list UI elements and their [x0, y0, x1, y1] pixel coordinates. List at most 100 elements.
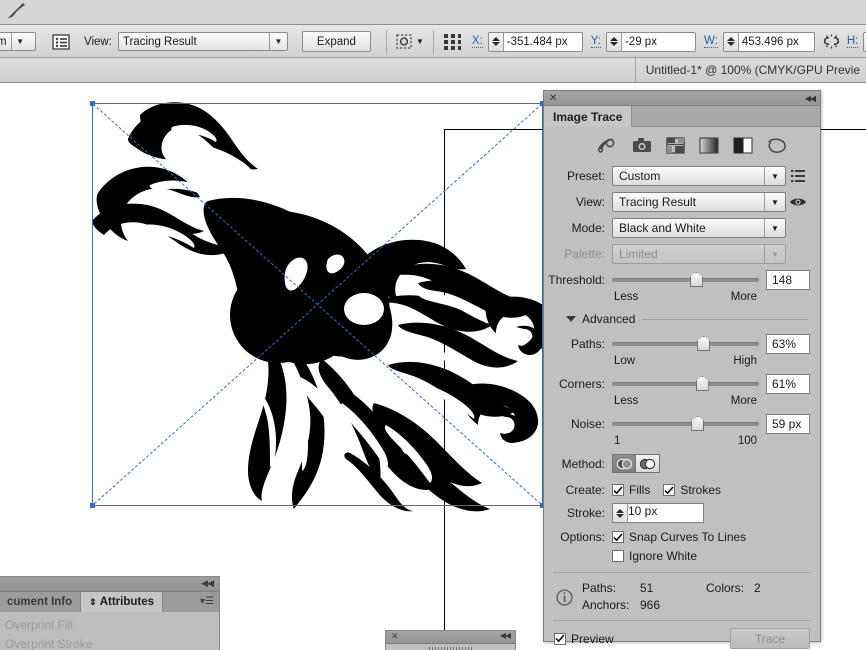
paths-count-label: Paths: [582, 581, 617, 595]
chevron-down-icon: ▼ [16, 37, 25, 46]
view-select[interactable]: Tracing Result ▼ [612, 192, 786, 212]
method-row: Method: [544, 454, 820, 473]
stroke-field[interactable]: 10 px [612, 503, 704, 523]
w-field[interactable]: 453.496 px [722, 31, 815, 52]
select-similar-icon[interactable] [396, 33, 413, 50]
corners-slider-thumb[interactable] [695, 376, 709, 391]
tab-image-trace[interactable]: Image Trace [544, 106, 633, 127]
high-color-icon[interactable] [632, 137, 652, 156]
paths-label: Paths: [570, 337, 605, 351]
low-color-icon[interactable] [666, 136, 685, 157]
overprint-stroke-label: Overprint Stroke [5, 637, 93, 650]
tab-image-trace-label: Image Trace [553, 109, 623, 124]
expand-button-label: Expand [316, 35, 356, 48]
trace-info-section: Paths: 51 Colors: 2 Anchors: 966 [544, 573, 820, 620]
eye-icon[interactable] [786, 196, 810, 208]
view-select[interactable]: Tracing Result ▼ [117, 32, 288, 51]
collapse-panel-icon[interactable]: ◀◀ [805, 94, 816, 103]
stroke-row: Stroke: 10 px [544, 503, 820, 523]
preview-checkbox[interactable] [554, 632, 566, 645]
paths-row: Paths: 63% [544, 334, 820, 354]
selection-handle-top-left[interactable] [90, 101, 95, 106]
collapsed-panel: ✕ ◀◀ [385, 630, 516, 650]
chevron-down-icon: ▼ [771, 223, 779, 233]
mode-select-value: Black and White [619, 221, 706, 235]
method-overlapping-icon[interactable] [636, 454, 660, 473]
black-and-white-icon[interactable] [733, 136, 753, 157]
corners-value-field[interactable]: 61% [766, 374, 810, 394]
paths-min-label: Low [614, 355, 636, 367]
palette-row: Palette: Limited ▼ [544, 244, 820, 264]
mode-select[interactable]: Black and White ▼ [612, 218, 786, 238]
chevron-down-icon[interactable]: ▼ [416, 37, 424, 46]
threshold-slider-thumb[interactable] [689, 272, 703, 287]
paths-slider[interactable] [612, 335, 759, 353]
advanced-section-header[interactable]: Advanced [544, 310, 820, 334]
preset-label: Preset: [566, 169, 605, 183]
collapsed-panel-titlebar[interactable]: ✕ ◀◀ [386, 631, 515, 644]
snap-curves-checkbox[interactable] [612, 531, 624, 543]
constrain-proportions-icon[interactable] [823, 33, 840, 50]
y-stepper[interactable] [606, 32, 622, 51]
noise-row: Noise: 59 px [544, 414, 820, 434]
paths-value: 63% [772, 337, 797, 351]
ignore-white-checkbox[interactable] [612, 550, 624, 562]
auto-color-icon[interactable] [596, 136, 618, 157]
panel-menu-icon[interactable]: ▾☰ [200, 596, 214, 607]
tab-attributes[interactable]: ⇕ Attributes [81, 592, 164, 612]
paths-value-field[interactable]: 63% [766, 334, 810, 354]
threshold-value-field[interactable]: 148 [766, 270, 810, 290]
image-trace-titlebar[interactable]: ✕ ◀◀ [544, 91, 820, 106]
x-stepper[interactable] [488, 32, 504, 51]
close-icon[interactable]: ✕ [549, 93, 557, 104]
selection-handle-bottom-left[interactable] [90, 503, 95, 508]
paths-max-label: High [733, 355, 757, 367]
y-field[interactable]: -29 px [605, 31, 696, 52]
tab-document-info[interactable]: cument Info [0, 592, 82, 612]
expand-button[interactable]: Expand [301, 31, 371, 52]
close-icon[interactable]: ✕ [391, 631, 399, 642]
anchors-count-value: 966 [640, 598, 661, 612]
noise-scale: 1 100 [544, 435, 820, 447]
x-field[interactable]: -351.484 px [487, 31, 583, 52]
paths-slider-thumb[interactable] [697, 336, 711, 351]
threshold-min-label: Less [614, 291, 639, 303]
corners-slider[interactable] [612, 375, 759, 393]
chevron-down-icon: ▼ [771, 171, 779, 181]
selection-bounding-box[interactable] [90, 101, 545, 508]
trace-button[interactable]: Trace [730, 628, 810, 649]
threshold-slider[interactable] [612, 271, 759, 289]
view-label: View: [575, 195, 605, 209]
create-label: Create: [565, 483, 605, 497]
reference-point-grid-icon[interactable] [443, 33, 463, 51]
document-tab[interactable]: Untitled-1* @ 100% (CMYK/GPU Previe [634, 58, 866, 82]
colors-count-value: 2 [754, 581, 761, 595]
view-label: View: [84, 35, 112, 48]
w-stepper[interactable] [723, 32, 739, 51]
chevron-down-icon: ▼ [771, 197, 779, 207]
preset-menu-icon[interactable] [786, 170, 810, 182]
selection-diagonals [93, 104, 542, 505]
attributes-panel-titlebar[interactable]: ◀◀ [0, 577, 219, 592]
image-trace-panel: ✕ ◀◀ Image Trace Preset: Custom ▼ View: … [543, 90, 821, 649]
illustrator-window: m ▼ View: Tracing Result ▼ Expand ▼ X: -… [0, 0, 866, 650]
noise-slider[interactable] [612, 415, 759, 433]
create-strokes-checkbox[interactable] [663, 484, 676, 496]
outline-icon[interactable] [767, 137, 787, 157]
preset-select[interactable]: Custom ▼ [612, 166, 786, 186]
options-label: Options: [560, 530, 605, 544]
collapse-panel-icon[interactable]: ◀◀ [201, 578, 214, 589]
document-setup-icon[interactable] [52, 33, 70, 50]
corners-min-label: Less [614, 395, 639, 407]
stroke-stepper[interactable] [613, 504, 628, 522]
method-abutting-icon[interactable] [612, 454, 636, 473]
noise-value-field[interactable]: 59 px [766, 414, 810, 434]
units-select[interactable]: m ▼ [0, 32, 36, 51]
grayscale-icon[interactable] [699, 136, 719, 157]
corners-label: Corners: [558, 377, 605, 391]
noise-slider-thumb[interactable] [691, 416, 705, 431]
menu-bar [0, 0, 866, 25]
create-fills-label: Fills [629, 483, 651, 497]
create-fills-checkbox[interactable] [612, 484, 624, 496]
collapse-panel-icon[interactable]: ◀◀ [500, 631, 511, 640]
